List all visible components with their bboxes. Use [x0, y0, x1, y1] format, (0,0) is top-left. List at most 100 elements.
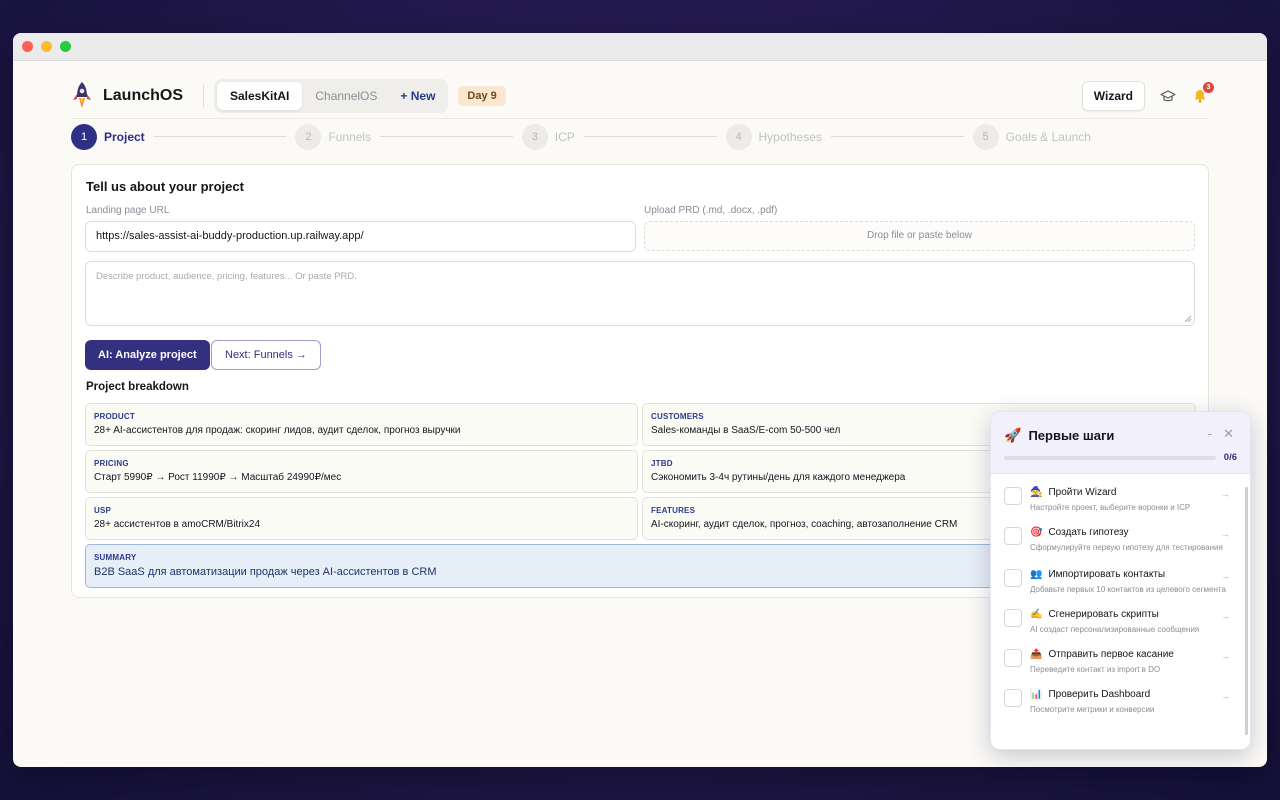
task-checkbox[interactable] — [1004, 487, 1022, 505]
wizard-button[interactable]: Wizard — [1081, 81, 1145, 111]
panel-header: 🚀 Первые шаги - ✕ 0/6 — [991, 412, 1250, 474]
step-number: 5 — [972, 123, 999, 150]
step-label: Project — [104, 129, 145, 144]
upload-label: Upload PRD (.md, .docx, .pdf) — [644, 205, 778, 216]
notifications-button[interactable]: 3 — [1191, 82, 1214, 105]
step-project[interactable]: 1 Project — [71, 123, 145, 150]
task-checkbox[interactable] — [1004, 609, 1022, 627]
step-connector — [583, 136, 717, 137]
task-emoji-icon: 🧙 — [1030, 486, 1043, 498]
task-arrow-icon: → — [1221, 691, 1230, 701]
breakdown-value: 28+ AI-ассистентов для продаж: скоринг л… — [94, 425, 461, 436]
card-title: Tell us about your project — [86, 179, 244, 194]
breakdown-label: PRODUCT — [94, 412, 135, 421]
task-arrow-icon: → — [1221, 489, 1230, 499]
header-divider-line — [71, 118, 1209, 119]
new-project-button[interactable]: + New — [390, 82, 445, 110]
task-emoji-icon: 📤 — [1030, 648, 1043, 660]
step-label: Goals & Launch — [1005, 129, 1091, 144]
step-connector — [380, 136, 513, 137]
task-list: 🧙 Пройти Wizard Настройте проект, выберите… — [991, 474, 1250, 727]
analyze-project-button[interactable]: AI: Analyze project — [85, 340, 210, 370]
task-title: 🎯 Создать гипотезу — [1030, 525, 1226, 539]
task-item[interactable]: 🎯 Создать гипотезу Сформулируйте первую ги… — [991, 525, 1250, 553]
task-title: 📊 Проверить Dashboard — [1030, 687, 1226, 701]
task-title-text: Отправить первое касание — [1048, 648, 1174, 660]
step-number: 2 — [295, 123, 322, 150]
task-description: Переведите контакт из import в DO — [1030, 665, 1161, 674]
step-icp[interactable]: 3 ICP — [521, 123, 575, 150]
step-number: 3 — [521, 123, 548, 150]
task-description: Добавьте первых 10 контактов из целевого… — [1030, 585, 1226, 594]
learning-button[interactable] — [1159, 87, 1177, 105]
panel-scrollbar[interactable] — [1245, 487, 1248, 735]
task-checkbox[interactable] — [1004, 527, 1022, 545]
task-checkbox[interactable] — [1004, 649, 1022, 667]
step-label: Hypotheses — [758, 129, 822, 144]
task-emoji-icon: 📊 — [1030, 688, 1043, 700]
task-title: 🧙 Пройти Wizard — [1030, 485, 1226, 499]
task-arrow-icon: → — [1221, 611, 1230, 621]
task-item[interactable]: 📊 Проверить Dashboard Посмотрите метрики и… — [991, 687, 1250, 715]
app-name: LaunchOS — [103, 87, 184, 104]
logo[interactable]: LaunchOS — [71, 81, 191, 111]
progress-bar — [1004, 456, 1216, 460]
resize-grip-icon[interactable] — [1184, 315, 1192, 323]
task-emoji-icon: ✍️ — [1030, 608, 1043, 620]
window-titlebar — [13, 33, 1267, 61]
project-tabs: SalesKitAI ChannelOS + New — [214, 79, 449, 113]
step-label: ICP — [554, 129, 575, 144]
task-description: Сформулируйте первую гипотезу для тестир… — [1030, 543, 1223, 552]
task-checkbox[interactable] — [1004, 569, 1022, 587]
task-title: ✍️ Сгенерировать скрипты — [1030, 607, 1226, 621]
first-steps-panel: 🚀 Первые шаги - ✕ 0/6 🧙 Пройти Wizard Наст… — [990, 411, 1251, 750]
breakdown-label: PRICING — [94, 459, 129, 468]
description-textarea[interactable]: Describe product, audience, pricing, fea… — [85, 261, 1195, 326]
step-number: 1 — [71, 123, 97, 150]
close-window-button[interactable] — [22, 41, 33, 52]
step-funnels[interactable]: 2 Funnels — [295, 123, 372, 150]
progress-text: 0/6 — [1223, 452, 1237, 463]
header-divider — [203, 84, 204, 108]
breakdown-pricing: PRICING Старт 5990₽ → Рост 11990₽ → Масш… — [85, 450, 638, 493]
task-title-text: Сгенерировать скрипты — [1048, 608, 1159, 620]
task-title-text: Импортировать контакты — [1048, 568, 1166, 580]
task-title: 👥 Импортировать контакты — [1030, 567, 1226, 581]
tab-channelos[interactable]: ChannelOS — [302, 82, 390, 110]
step-label: Funnels — [328, 129, 372, 144]
task-item[interactable]: ✍️ Сгенерировать скрипты AI создаст персон… — [991, 607, 1250, 635]
app-header: LaunchOS SalesKitAI ChannelOS + New Day … — [71, 75, 1214, 117]
graduation-cap-icon — [1160, 90, 1176, 102]
panel-title: 🚀 Первые шаги — [1004, 427, 1114, 444]
task-item[interactable]: 👥 Импортировать контакты Добавьте первых 1… — [991, 567, 1250, 595]
breakdown-product: PRODUCT 28+ AI-ассистентов для продаж: с… — [85, 403, 638, 446]
minimize-panel-button[interactable]: - — [1208, 426, 1212, 441]
tab-saleskitai[interactable]: SalesKitAI — [217, 82, 303, 110]
maximize-window-button[interactable] — [60, 41, 71, 52]
task-emoji-icon: 👥 — [1030, 568, 1043, 580]
breakdown-value: 28+ ассистентов в amoCRM/Bitrix24 — [94, 519, 261, 530]
task-title-text: Пройти Wizard — [1048, 486, 1117, 498]
task-item[interactable]: 🧙 Пройти Wizard Настройте проект, выберите… — [991, 485, 1250, 513]
landing-url-input[interactable]: https://sales-assist-ai-buddy-production… — [85, 221, 636, 252]
step-goals-launch[interactable]: 5 Goals & Launch — [972, 123, 1091, 150]
day-badge: Day 9 — [458, 86, 506, 106]
step-hypotheses[interactable]: 4 Hypotheses — [725, 123, 822, 150]
url-label: Landing page URL — [86, 205, 170, 216]
next-funnels-button[interactable]: Next: Funnels → — [211, 340, 321, 370]
prd-dropzone[interactable]: Drop file or paste below — [644, 221, 1195, 251]
task-title-text: Проверить Dashboard — [1048, 688, 1151, 700]
task-item[interactable]: 📤 Отправить первое касание Переведите конт… — [991, 647, 1250, 675]
rocket-logo-icon — [73, 82, 91, 108]
breakdown-value: Старт 5990₽ → Рост 11990₽ → Масштаб 2499… — [94, 472, 342, 483]
panel-title-text: Первые шаги — [1028, 428, 1115, 443]
header-actions: Wizard 3 — [1081, 81, 1214, 111]
task-arrow-icon: → — [1221, 651, 1230, 661]
breakdown-usp: USP 28+ ассистентов в amoCRM/Bitrix24 — [85, 497, 638, 540]
task-arrow-icon: → — [1221, 529, 1230, 539]
close-panel-button[interactable]: ✕ — [1223, 426, 1234, 442]
step-connector — [153, 136, 287, 137]
minimize-window-button[interactable] — [41, 41, 52, 52]
task-checkbox[interactable] — [1004, 689, 1022, 707]
task-arrow-icon: → — [1221, 571, 1230, 581]
